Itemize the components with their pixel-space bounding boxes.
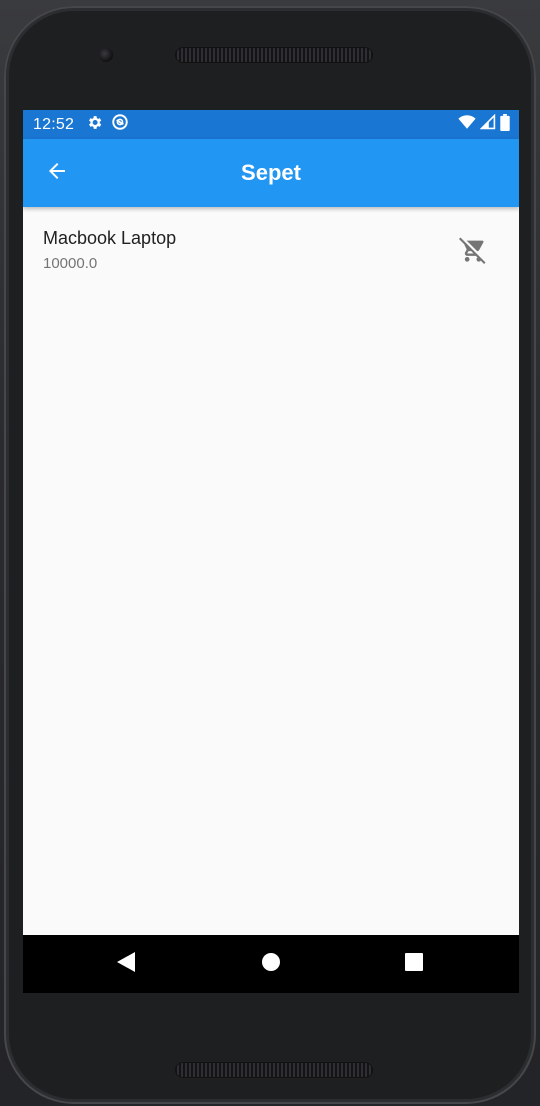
earpiece-speaker — [175, 47, 373, 63]
nav-back-button[interactable] — [111, 949, 141, 979]
bottom-speaker — [175, 1062, 373, 1078]
item-price: 10000.0 — [43, 255, 98, 272]
signal-icon — [479, 113, 496, 135]
settings-gear-icon — [86, 114, 103, 136]
status-bar: 12:52 — [23, 110, 519, 139]
remove-from-cart-button[interactable] — [453, 232, 493, 272]
remove-shopping-cart-icon — [459, 236, 487, 269]
nav-home-button[interactable] — [256, 949, 286, 979]
screen: 12:52 Sepet Macbook Laptop 10000.0 — [23, 110, 519, 993]
app-bar: Sepet — [23, 139, 519, 207]
list-item[interactable]: Macbook Laptop 10000.0 — [23, 207, 519, 295]
back-triangle-icon — [116, 951, 136, 978]
page-title: Sepet — [241, 160, 301, 185]
battery-icon — [500, 113, 510, 136]
wifi-icon — [458, 114, 476, 135]
cart-list: Macbook Laptop 10000.0 — [23, 207, 519, 295]
front-camera — [99, 48, 113, 62]
status-time: 12:52 — [33, 115, 75, 133]
navigation-bar — [23, 935, 519, 993]
nav-recents-button[interactable] — [399, 949, 429, 979]
recents-square-icon — [405, 952, 423, 976]
device-frame: 12:52 Sepet Macbook Laptop 10000.0 — [0, 0, 540, 1106]
sync-icon — [111, 113, 129, 136]
back-button[interactable] — [39, 155, 75, 191]
arrow-back-icon — [45, 159, 69, 188]
home-circle-icon — [261, 952, 281, 977]
item-name: Macbook Laptop — [43, 228, 177, 248]
